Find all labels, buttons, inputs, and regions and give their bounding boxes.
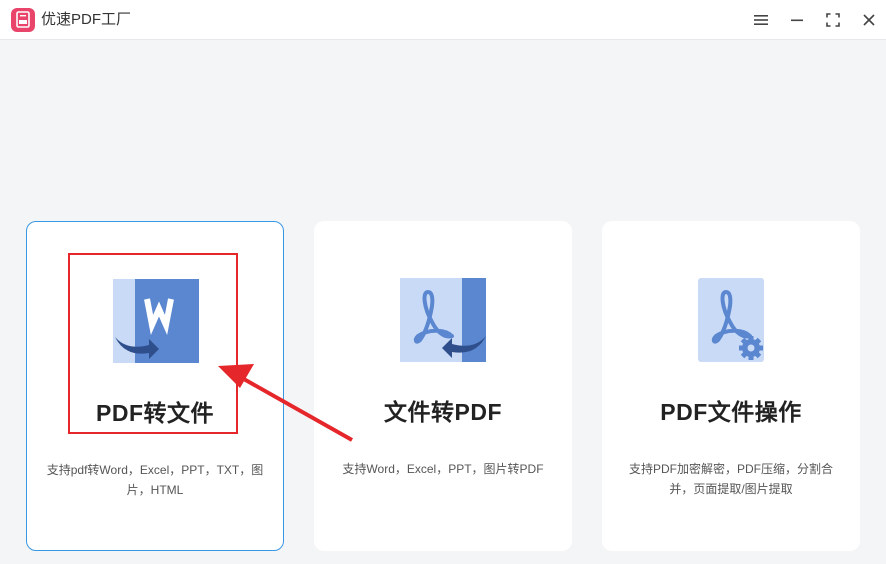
app-logo-icon xyxy=(11,8,35,32)
card-description: 支持Word，Excel，PPT，图片转PDF xyxy=(342,462,544,476)
card-description: 支持pdf转Word，Excel，PPT，TXT，图片，HTML xyxy=(46,463,264,497)
card-description: 支持PDF加密解密，PDF压缩，分割合并，页面提取/图片提取 xyxy=(628,462,833,496)
card-pdf-operations[interactable]: PDF文件操作 支持PDF加密解密，PDF压缩，分割合并，页面提取/图片提取 xyxy=(602,221,860,551)
close-icon xyxy=(863,14,875,26)
card-pdf-to-file[interactable]: PDF转文件 支持pdf转Word，Excel，PPT，TXT，图片，HTML xyxy=(26,221,284,551)
minimize-button[interactable] xyxy=(785,8,809,32)
card-title: 文件转PDF xyxy=(384,399,502,425)
card-title: PDF转文件 xyxy=(96,400,214,426)
app-title: 优速PDF工厂 xyxy=(41,11,132,28)
pdf-to-word-icon xyxy=(113,279,201,370)
title-bar: 优速PDF工厂 xyxy=(0,0,886,40)
card-file-to-pdf[interactable]: 文件转PDF 支持Word，Excel，PPT，图片转PDF xyxy=(314,221,572,551)
menu-button[interactable] xyxy=(749,8,773,32)
maximize-button[interactable] xyxy=(821,8,845,32)
file-to-pdf-icon xyxy=(400,278,488,369)
pdf-tools-icon xyxy=(698,278,770,371)
card-title: PDF文件操作 xyxy=(660,399,802,425)
menu-icon xyxy=(754,15,768,25)
close-button[interactable] xyxy=(857,8,881,32)
minimize-icon xyxy=(791,19,803,22)
maximize-icon xyxy=(826,13,840,27)
